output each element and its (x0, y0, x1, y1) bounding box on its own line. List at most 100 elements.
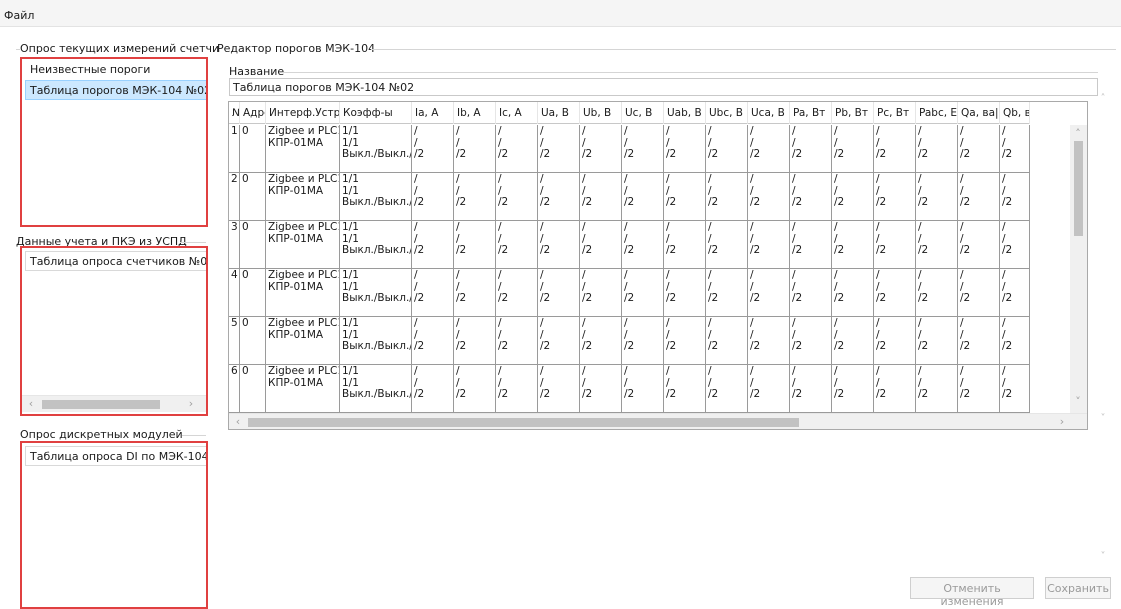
table-cell[interactable]: / / /2 (538, 221, 580, 269)
table-cell[interactable]: / / /2 (580, 125, 622, 173)
table-cell[interactable]: / / /2 (622, 125, 664, 173)
table-cell[interactable]: 0 (240, 365, 266, 413)
list-item[interactable]: Таблица опроса DI по МЭК-104 N (25, 446, 206, 466)
table-row[interactable]: 20Zigbee и PLC1 КПР-01МА1/1 1/1 Выкл./Вы… (229, 173, 1030, 221)
column-header-pb[interactable]: Pb, Вт (832, 102, 874, 124)
table-cell[interactable]: / / /2 (664, 365, 706, 413)
table-cell[interactable]: / / /2 (622, 221, 664, 269)
table-row[interactable]: 30Zigbee и PLC1 КПР-01МА1/1 1/1 Выкл./Вы… (229, 221, 1030, 269)
table-cell[interactable]: / / /2 (538, 317, 580, 365)
horizontal-scrollbar[interactable]: ‹ › (229, 413, 1087, 429)
table-cell[interactable]: / / /2 (790, 317, 832, 365)
scrollbar-thumb[interactable] (42, 400, 160, 409)
table-row[interactable]: 40Zigbee и PLC1 КПР-01МА1/1 1/1 Выкл./Вы… (229, 269, 1030, 317)
table-cell[interactable]: / / /2 (874, 365, 916, 413)
table-cell[interactable]: / / /2 (1000, 269, 1030, 317)
table-cell[interactable]: / / /2 (664, 269, 706, 317)
table-cell[interactable]: Zigbee и PLC1 КПР-01МА (266, 125, 340, 173)
chevron-right-icon[interactable]: › (184, 397, 198, 410)
column-header-ia[interactable]: Ia, A (412, 102, 454, 124)
table-cell[interactable]: / / /2 (412, 365, 454, 413)
chevron-right-icon[interactable]: › (1055, 415, 1069, 428)
column-header-pa[interactable]: Pa, Вт (790, 102, 832, 124)
column-header-ua[interactable]: Ua, B (538, 102, 580, 124)
table-cell[interactable]: / / /2 (622, 365, 664, 413)
table-cell[interactable]: / / /2 (916, 317, 958, 365)
table-cell[interactable]: / / /2 (748, 221, 790, 269)
table-cell[interactable]: / / /2 (454, 269, 496, 317)
table-cell[interactable]: / / /2 (622, 317, 664, 365)
chevron-left-icon[interactable]: ‹ (231, 415, 245, 428)
table-cell[interactable]: 1/1 1/1 Выкл./Выкл./В (340, 365, 412, 413)
table-cell[interactable]: / / /2 (454, 173, 496, 221)
table-cell[interactable]: 0 (240, 269, 266, 317)
column-header-uc[interactable]: Uc, B (622, 102, 664, 124)
table-cell[interactable]: / / /2 (958, 269, 1000, 317)
table-cell[interactable]: / / /2 (790, 269, 832, 317)
horizontal-scrollbar[interactable]: ‹ › (22, 395, 206, 412)
table-cell[interactable]: / / /2 (412, 221, 454, 269)
column-header-ubc[interactable]: Ubc, B (706, 102, 748, 124)
column-header-pabc[interactable]: Pabc, E (916, 102, 958, 124)
table-cell[interactable]: / / /2 (412, 317, 454, 365)
table-cell[interactable]: / / /2 (874, 269, 916, 317)
table-cell[interactable]: / / /2 (706, 269, 748, 317)
column-header-uab[interactable]: Uab, B (664, 102, 706, 124)
vertical-scrollbar[interactable]: ˄ ˅ (1070, 125, 1087, 413)
table-cell[interactable]: Zigbee и PLC1 КПР-01МА (266, 221, 340, 269)
table-cell[interactable]: / / /2 (622, 269, 664, 317)
table-cell[interactable]: / / /2 (790, 125, 832, 173)
table-cell[interactable]: / / /2 (832, 173, 874, 221)
table-cell[interactable]: / / /2 (412, 269, 454, 317)
table-cell[interactable]: / / /2 (1000, 317, 1030, 365)
chevron-down-icon[interactable]: ˅ (1071, 395, 1085, 408)
table-cell[interactable]: / / /2 (916, 173, 958, 221)
table-cell[interactable]: / / /2 (622, 173, 664, 221)
table-cell[interactable]: / / /2 (538, 365, 580, 413)
cancel-changes-button[interactable]: Отменить изменения (910, 577, 1034, 608)
table-cell[interactable]: / / /2 (832, 221, 874, 269)
save-button[interactable]: Сохранить (1045, 577, 1111, 599)
table-cell[interactable]: / / /2 (664, 125, 706, 173)
table-cell[interactable]: / / /2 (958, 317, 1000, 365)
table-cell[interactable]: / / /2 (790, 365, 832, 413)
table-cell[interactable]: / / /2 (832, 317, 874, 365)
thresholds-grid[interactable]: №АдресИнтерф.УстрКоэфф-ыIa, AIb, AIc, AU… (228, 101, 1088, 430)
table-cell[interactable]: / / /2 (916, 365, 958, 413)
table-cell[interactable]: 1/1 1/1 Выкл./Выкл./В (340, 269, 412, 317)
table-cell[interactable]: / / /2 (496, 221, 538, 269)
chevron-left-icon[interactable]: ‹ (24, 397, 38, 410)
table-cell[interactable]: / / /2 (706, 125, 748, 173)
table-cell[interactable]: 1/1 1/1 Выкл./Выкл./В (340, 221, 412, 269)
menu-file[interactable]: Файл (4, 9, 34, 22)
table-cell[interactable]: / / /2 (958, 365, 1000, 413)
table-cell[interactable]: / / /2 (496, 125, 538, 173)
column-header-uca[interactable]: Uca, B (748, 102, 790, 124)
table-cell[interactable]: / / /2 (916, 125, 958, 173)
table-cell[interactable]: / / /2 (790, 221, 832, 269)
table-cell[interactable]: / / /2 (832, 365, 874, 413)
table-cell[interactable]: / / /2 (832, 125, 874, 173)
table-cell[interactable]: / / /2 (580, 173, 622, 221)
table-cell[interactable]: / / /2 (1000, 125, 1030, 173)
table-cell[interactable]: / / /2 (916, 269, 958, 317)
table-cell[interactable]: / / /2 (706, 365, 748, 413)
table-cell[interactable]: / / /2 (748, 173, 790, 221)
table-cell[interactable]: / / /2 (706, 317, 748, 365)
table-cell[interactable]: / / /2 (706, 221, 748, 269)
table-cell[interactable]: 0 (240, 221, 266, 269)
table-cell[interactable]: / / /2 (538, 125, 580, 173)
table-cell[interactable]: / / /2 (412, 125, 454, 173)
column-header-ub[interactable]: Ub, B (580, 102, 622, 124)
table-cell[interactable]: / / /2 (454, 317, 496, 365)
list-item[interactable]: Таблица порогов МЭК-104 №02 (25, 80, 206, 100)
chevron-down-icon[interactable]: ˅ (1097, 413, 1109, 424)
table-cell[interactable]: / / /2 (664, 173, 706, 221)
table-cell[interactable]: / / /2 (454, 365, 496, 413)
table-cell[interactable]: 0 (240, 125, 266, 173)
table-cell[interactable]: 3 (229, 221, 240, 269)
table-cell[interactable]: / / /2 (538, 173, 580, 221)
table-cell[interactable]: / / /2 (1000, 221, 1030, 269)
table-cell[interactable]: / / /2 (874, 173, 916, 221)
table-cell[interactable]: / / /2 (1000, 365, 1030, 413)
